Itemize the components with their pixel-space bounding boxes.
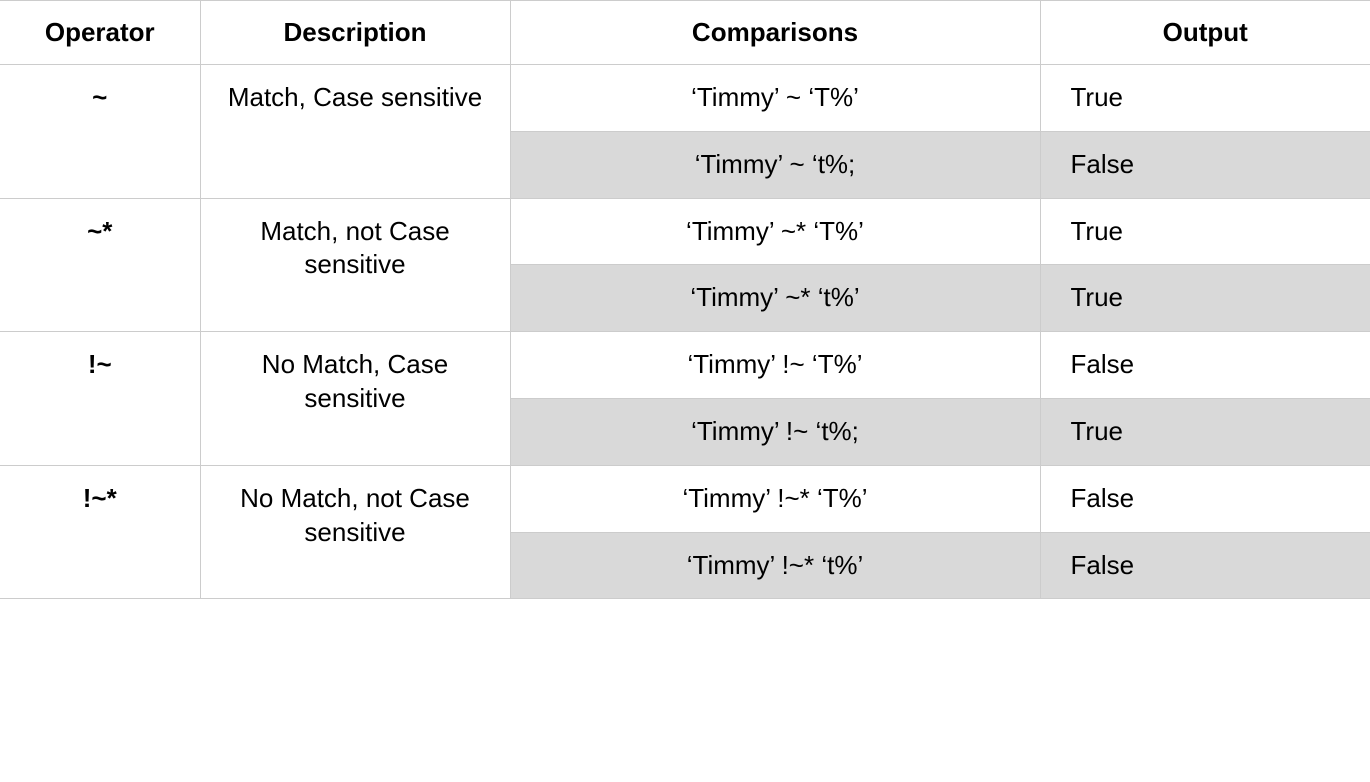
header-operator: Operator [0, 1, 200, 65]
header-output: Output [1040, 1, 1370, 65]
comparison-cell: ‘Timmy’ ~* ‘T%’ [510, 198, 1040, 265]
operator-cell: !~ [0, 332, 200, 466]
comparison-cell: ‘Timmy’ !~ ‘t%; [510, 398, 1040, 465]
output-cell: True [1040, 65, 1370, 132]
description-cell: Match, Case sensitive [200, 65, 510, 199]
description-cell: No Match, not Case sensitive [200, 465, 510, 599]
operators-table: Operator Description Comparisons Output … [0, 0, 1370, 599]
output-cell: False [1040, 465, 1370, 532]
comparison-cell: ‘Timmy’ ~* ‘t%’ [510, 265, 1040, 332]
operator-cell: ~* [0, 198, 200, 332]
header-comparisons: Comparisons [510, 1, 1040, 65]
table-header-row: Operator Description Comparisons Output [0, 1, 1370, 65]
comparison-cell: ‘Timmy’ !~* ‘T%’ [510, 465, 1040, 532]
description-cell: Match, not Case sensitive [200, 198, 510, 332]
comparison-cell: ‘Timmy’ ~ ‘t%; [510, 131, 1040, 198]
output-cell: False [1040, 332, 1370, 399]
output-cell: False [1040, 532, 1370, 599]
header-description: Description [200, 1, 510, 65]
table-row: !~*No Match, not Case sensitive‘Timmy’ !… [0, 465, 1370, 532]
comparison-cell: ‘Timmy’ ~ ‘T%’ [510, 65, 1040, 132]
comparison-cell: ‘Timmy’ !~ ‘T%’ [510, 332, 1040, 399]
table-row: !~No Match, Case sensitive‘Timmy’ !~ ‘T%… [0, 332, 1370, 399]
operator-cell: !~* [0, 465, 200, 599]
comparison-cell: ‘Timmy’ !~* ‘t%’ [510, 532, 1040, 599]
table-row: ~Match, Case sensitive‘Timmy’ ~ ‘T%’True [0, 65, 1370, 132]
table-row: ~*Match, not Case sensitive‘Timmy’ ~* ‘T… [0, 198, 1370, 265]
output-cell: False [1040, 131, 1370, 198]
output-cell: True [1040, 265, 1370, 332]
operator-cell: ~ [0, 65, 200, 199]
output-cell: True [1040, 398, 1370, 465]
description-cell: No Match, Case sensitive [200, 332, 510, 466]
output-cell: True [1040, 198, 1370, 265]
